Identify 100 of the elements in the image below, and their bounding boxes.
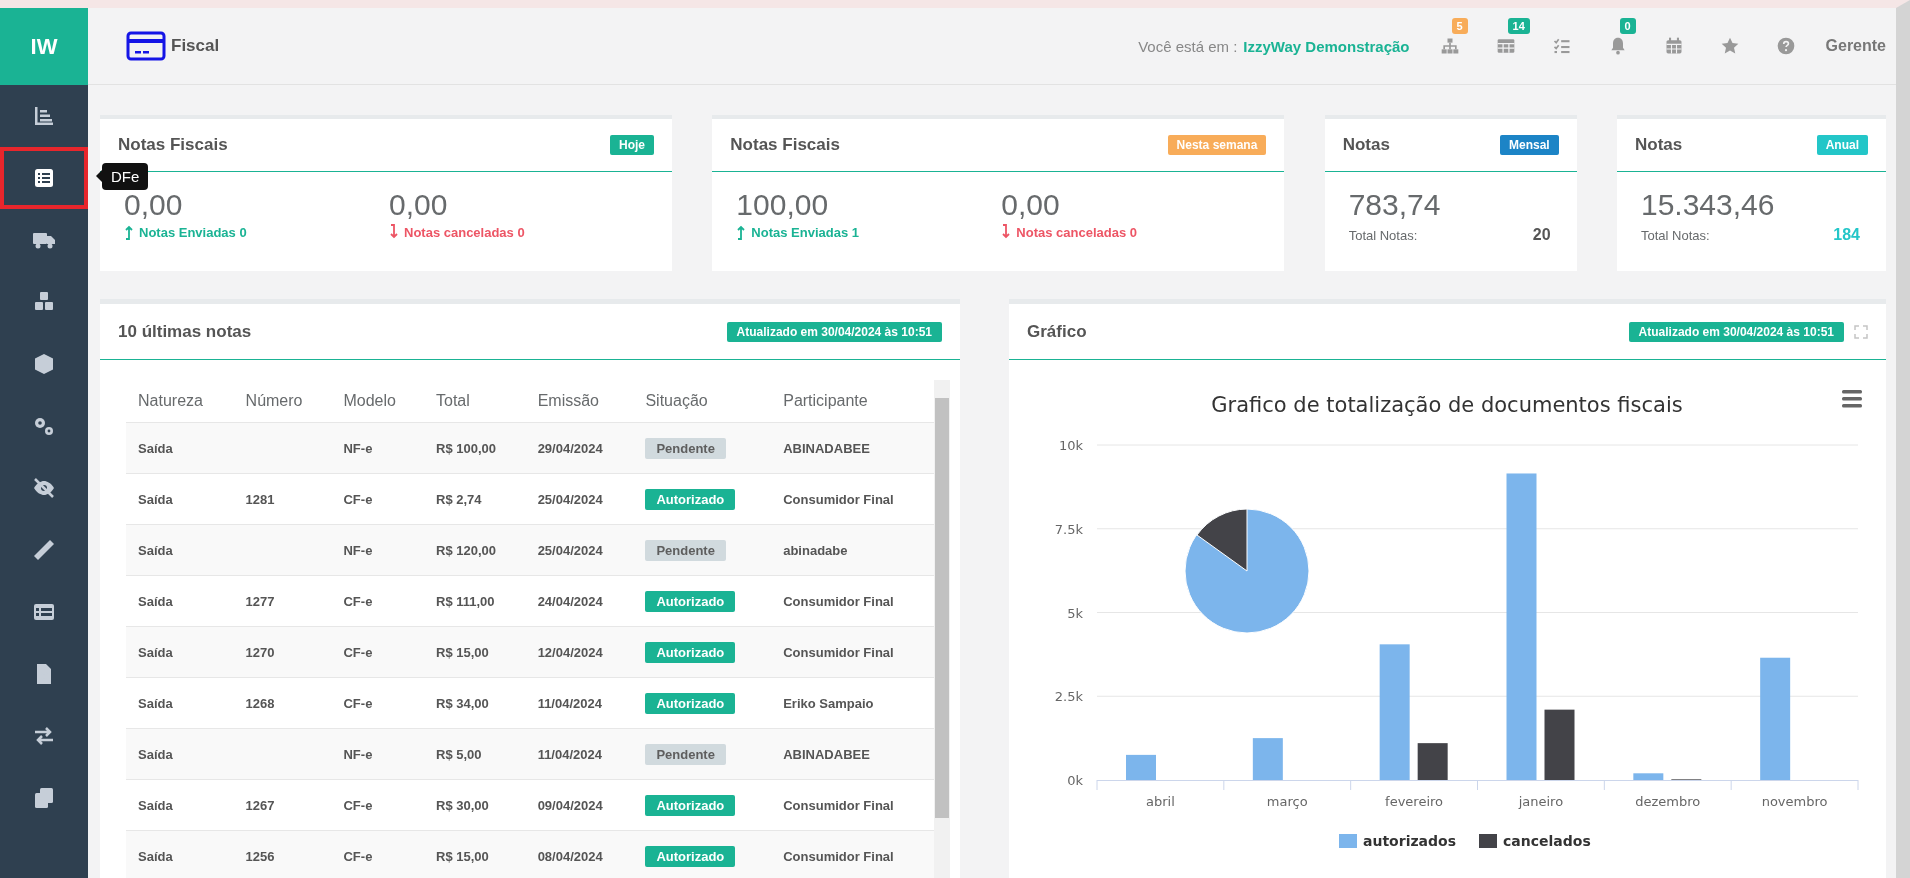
x-tick-label: novembro [1761, 794, 1828, 809]
panel-title: Gráfico [1027, 321, 1088, 342]
total-label: Total Notas: [1641, 227, 1710, 243]
count-badge: 5 [1451, 18, 1468, 34]
table-cell: 25/04/2024 [525, 473, 634, 525]
table-cell: 1281 [245, 491, 275, 507]
table-cell: 12/04/2024 [525, 626, 634, 678]
updated-label: Atualizado em 30/04/2024 às 10:51 [726, 321, 942, 342]
table-cell: R$ 120,00 [424, 524, 526, 576]
down-arrow-icon [389, 224, 399, 240]
status-badge: Autorizado [645, 641, 736, 663]
table-cell: R$ 15,00 [424, 830, 526, 878]
panel-title: 10 últimas notas [118, 321, 253, 342]
table-cell: 1256 [245, 848, 275, 864]
table-cell: R$ 34,00 [424, 677, 526, 729]
card-title: Notas [1635, 135, 1683, 155]
table-cell: Saída [126, 524, 234, 576]
table-cell: 24/04/2024 [525, 575, 634, 627]
location-label: Você está em : [1138, 37, 1238, 55]
amount-value: 100,00 [736, 188, 830, 222]
bar [1417, 743, 1448, 780]
amount-value: 783,74 [1348, 188, 1442, 222]
help-icon [1775, 36, 1796, 56]
chart-title: Grafico de totalização de documentos fiscais [1211, 393, 1683, 417]
table-cell: 1270 [245, 644, 275, 660]
legend-label[interactable]: cancelados [1503, 833, 1591, 849]
table-cell: R$ 30,00 [424, 779, 526, 831]
star-icon [1719, 36, 1740, 56]
table-cell: R$ 111,00 [424, 575, 526, 627]
x-tick-label: abril [1146, 794, 1175, 809]
table-cell: Saída [126, 626, 234, 678]
status-badge: Autorizado [645, 590, 736, 612]
column-header: Modelo [331, 380, 424, 423]
x-tick-label: fevereiro [1385, 794, 1444, 809]
amount-value: 15.343,46 [1641, 188, 1776, 222]
status-badge: Autorizado [645, 845, 736, 867]
total-label: Total Notas: [1348, 227, 1418, 243]
status-badge: Autorizado [645, 794, 736, 816]
table-cell: 11/04/2024 [525, 728, 634, 780]
status-badge: Autorizado [645, 488, 736, 510]
column-header: Situação [633, 380, 772, 423]
eye-slash-icon [32, 476, 56, 500]
x-tick-label: dezembro [1635, 794, 1701, 809]
status-badge: Pendente [645, 743, 726, 765]
notes-count: Notas canceladas 0 [404, 224, 525, 240]
column-header: Número [233, 380, 332, 423]
card-icon [126, 31, 166, 61]
table-cell: NF-e [331, 422, 424, 474]
user-name[interactable]: Gerente [1825, 37, 1886, 55]
y-tick-label: 2.5k [1054, 689, 1083, 705]
down-arrow-icon [1001, 224, 1012, 240]
cube-icon [32, 352, 56, 376]
status-badge: Autorizado [645, 692, 736, 714]
table-cell: 11/04/2024 [525, 677, 634, 729]
count-badge: 14 [1507, 18, 1530, 34]
legend-label[interactable]: autorizados [1363, 833, 1456, 849]
status-badge: Pendente [645, 539, 726, 561]
bar [1126, 754, 1156, 780]
y-tick-label: 5k [1067, 605, 1083, 621]
period-label: Mensal [1499, 135, 1559, 155]
table-cell: Saída [126, 422, 234, 474]
menu-icon[interactable] [1842, 390, 1862, 408]
scrollbar[interactable] [934, 380, 950, 878]
period-label: Hoje [610, 135, 654, 155]
table-cell: R$ 5,00 [424, 728, 526, 780]
card-title: Notas [1342, 135, 1390, 155]
table-cell: 29/04/2024 [525, 422, 634, 474]
table-cell: NF-e [331, 728, 424, 780]
status-badge: Pendente [645, 437, 726, 459]
copy-icon [32, 786, 56, 810]
table-cell: Saída [126, 473, 234, 525]
table-cell: 1267 [245, 797, 275, 813]
table-cell: CF-e [331, 473, 424, 525]
table-cell: CF-e [331, 677, 424, 729]
column-header: Natureza [126, 380, 234, 423]
y-tick-label: 7.5k [1054, 521, 1083, 537]
table-cell: Saída [126, 728, 234, 780]
table-cell: 08/04/2024 [525, 830, 634, 878]
table-cell: Saída [126, 779, 234, 831]
table-cell: R$ 100,00 [424, 422, 526, 474]
amount-value: 0,00 [1001, 188, 1061, 222]
bar [1252, 738, 1283, 780]
up-arrow-icon [736, 224, 747, 240]
table-cell: Saída [126, 575, 234, 627]
table-cell: Saída [126, 830, 234, 878]
table-cell: Saída [126, 677, 234, 729]
up-arrow-icon [124, 224, 134, 240]
updated-label: Atualizado em 30/04/2024 às 10:51 [1628, 321, 1844, 342]
table-cell: R$ 2,74 [424, 473, 526, 525]
sitemap-icon [1439, 36, 1460, 56]
total-count: 20 [1532, 226, 1551, 244]
table-cell: CF-e [331, 575, 424, 627]
tooltip: DFe [102, 163, 149, 190]
page-title: Fiscal [171, 36, 220, 56]
table-cell: R$ 15,00 [424, 626, 526, 678]
table-cell: CF-e [331, 626, 424, 678]
column-header: Emissão [525, 380, 634, 423]
table-cell: 09/04/2024 [525, 779, 634, 831]
list-icon [32, 166, 56, 190]
notes-count: Notas canceladas 0 [1016, 224, 1137, 240]
